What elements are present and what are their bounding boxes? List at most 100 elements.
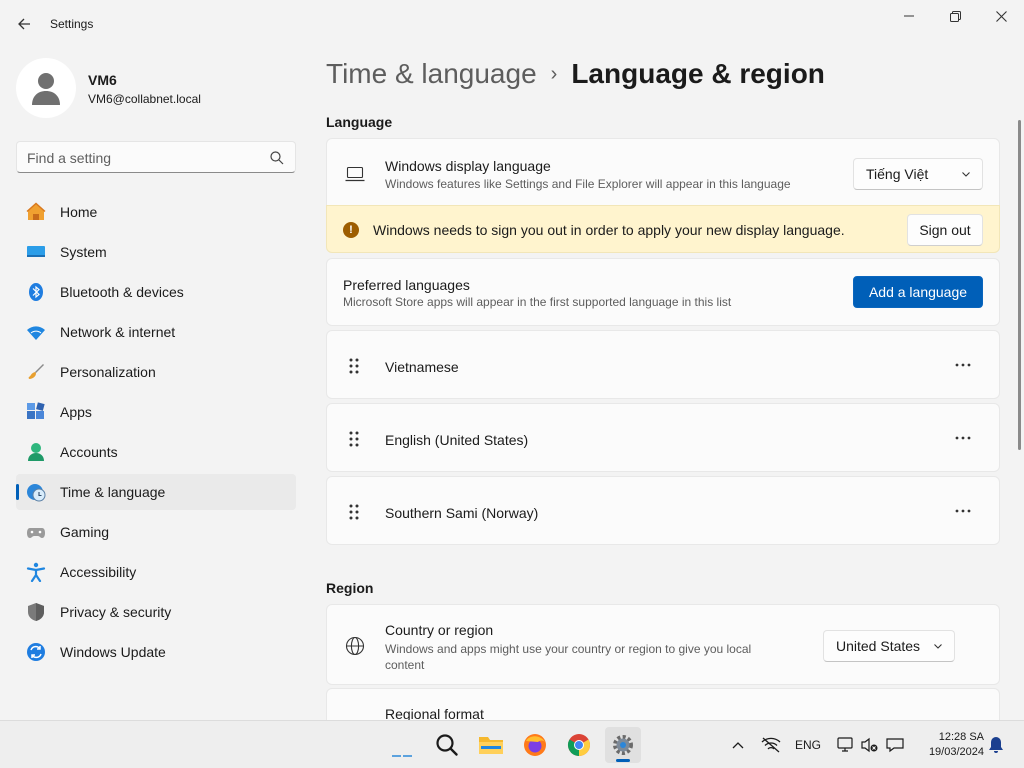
sidebar-item-accessibility[interactable]: Accessibility (16, 554, 296, 590)
more-options-button[interactable] (949, 501, 977, 521)
region-section-title: Region (326, 580, 374, 596)
sidebar-item-label: Gaming (60, 524, 110, 540)
app-title: Settings (50, 17, 94, 31)
sidebar-item-time-language[interactable]: Time & language (16, 474, 296, 510)
globe-icon (345, 636, 365, 656)
display-language-dropdown[interactable]: Tiếng Việt (853, 158, 983, 190)
more-options-button[interactable] (949, 355, 977, 375)
sidebar-item-home[interactable]: Home (16, 194, 296, 230)
display-language-title: Windows display language (385, 158, 551, 174)
home-icon (26, 202, 46, 220)
wifi-icon (27, 326, 45, 340)
sidebar-item-apps[interactable]: Apps (16, 394, 296, 430)
sidebar-item-personalization[interactable]: Personalization (16, 354, 296, 390)
sign-out-banner: ! Windows needs to sign you out in order… (326, 205, 1000, 253)
drag-handle-icon[interactable] (347, 430, 361, 448)
back-arrow-icon (18, 18, 30, 30)
network-status-button[interactable] (760, 735, 782, 755)
shield-icon (28, 603, 44, 621)
apps-icon (27, 402, 45, 419)
notifications-button[interactable] (986, 735, 1006, 755)
breadcrumb-parent[interactable]: Time & language (326, 58, 537, 89)
clock-time: 12:28 SA (938, 731, 984, 743)
sidebar-item-privacy[interactable]: Privacy & security (16, 594, 296, 630)
gamepad-icon (27, 528, 45, 538)
firefox-button[interactable] (517, 727, 553, 763)
search-icon[interactable] (269, 150, 285, 166)
preferred-languages-title: Preferred languages (343, 277, 470, 293)
sidebar-item-label: Network & internet (60, 324, 176, 340)
language-item[interactable]: Vietnamese (326, 330, 1000, 399)
start-button[interactable] (384, 727, 420, 763)
sidebar-item-bluetooth[interactable]: Bluetooth & devices (16, 274, 296, 310)
sidebar-item-windows-update[interactable]: Windows Update (16, 634, 296, 670)
laptop-icon (345, 166, 365, 182)
sidebar-item-label: Personalization (60, 364, 156, 380)
more-options-icon (955, 509, 971, 513)
sidebar-item-accounts[interactable]: Accounts (16, 434, 296, 470)
sidebar-item-label: Accounts (60, 444, 118, 460)
add-language-button[interactable]: Add a language (853, 276, 983, 308)
minimize-button[interactable] (886, 0, 932, 32)
display-language-value: Tiếng Việt (866, 166, 929, 182)
bell-icon (989, 737, 1003, 753)
sidebar-item-label: Bluetooth & devices (60, 284, 184, 300)
more-options-button[interactable] (949, 428, 977, 448)
breadcrumb: Time & language › Language & region (326, 58, 825, 90)
volume-button[interactable] (860, 735, 880, 755)
scrollbar[interactable] (1018, 120, 1021, 450)
user-profile[interactable]: VM6 VM6@collabnet.local (16, 58, 296, 118)
chrome-button[interactable] (561, 727, 597, 763)
chevron-up-icon (732, 742, 744, 749)
folder-icon (479, 737, 503, 754)
profile-name: VM6 (88, 72, 117, 88)
regional-format-card[interactable]: Regional format (326, 688, 1000, 722)
search-input[interactable] (27, 148, 257, 168)
sidebar-item-label: System (60, 244, 107, 260)
drag-handle-icon[interactable] (347, 503, 361, 521)
accounts-icon (28, 443, 44, 461)
show-hidden-icons-button[interactable] (728, 735, 748, 755)
language-item[interactable]: Southern Sami (Norway) (326, 476, 1000, 545)
sidebar-item-label: Home (60, 204, 98, 220)
sidebar-item-system[interactable]: System (16, 234, 296, 270)
gear-icon (613, 735, 633, 755)
bluetooth-icon (29, 283, 43, 301)
drag-handle-icon[interactable] (347, 357, 361, 375)
page-title: Language & region (571, 58, 825, 89)
language-section-title: Language (326, 114, 393, 130)
system-icon (27, 246, 45, 257)
clock-date: 19/03/2024 (928, 746, 984, 758)
settings-taskbar-button[interactable] (605, 727, 641, 763)
country-region-dropdown[interactable]: United States (823, 630, 955, 662)
notification-status-button[interactable] (884, 735, 906, 755)
restore-button[interactable] (932, 0, 978, 32)
sidebar-item-network[interactable]: Network & internet (16, 314, 296, 350)
time-language-icon (27, 484, 46, 502)
language-name: Vietnamese (385, 359, 459, 375)
minimize-icon (904, 15, 914, 17)
file-explorer-button[interactable] (473, 727, 509, 763)
display-language-card: Windows display language Windows feature… (326, 138, 1000, 206)
close-button[interactable] (978, 0, 1024, 32)
input-indicator[interactable]: ENG (790, 735, 826, 755)
display-status-icon-button[interactable] (836, 735, 856, 755)
country-region-card: Country or region Windows and apps might… (326, 604, 1000, 685)
sidebar-item-gaming[interactable]: Gaming (16, 514, 296, 550)
taskbar-search-button[interactable] (429, 727, 465, 763)
windows-logo-icon (392, 755, 412, 757)
clock[interactable]: 12:28 SA 19/03/2024 (916, 730, 984, 760)
country-region-title: Country or region (385, 622, 494, 638)
sidebar-item-label: Privacy & security (60, 604, 172, 620)
speaker-muted-icon (861, 737, 878, 753)
language-item[interactable]: English (United States) (326, 403, 1000, 472)
user-avatar-icon (32, 73, 60, 105)
back-button[interactable] (12, 10, 36, 38)
sign-out-button[interactable]: Sign out (907, 214, 983, 246)
accessibility-icon (26, 562, 46, 582)
preferred-languages-card: Preferred languages Microsoft Store apps… (326, 258, 1000, 326)
update-icon (27, 643, 45, 661)
brush-icon (28, 364, 44, 379)
close-icon (995, 10, 1007, 22)
sidebar-item-label: Windows Update (60, 644, 166, 660)
